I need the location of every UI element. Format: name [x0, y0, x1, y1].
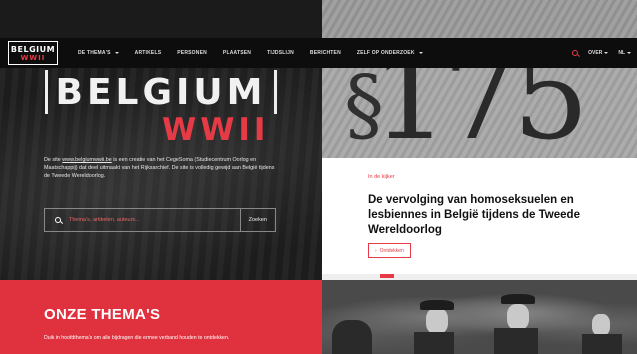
nav-item-artikels[interactable]: ARTIKELS — [127, 50, 170, 56]
hero-title: BELGIUM — [45, 70, 277, 114]
themes-text: Duik in hoofdthema's om alle bijdragen d… — [44, 335, 230, 341]
hero-title-line1: BELGIUM — [55, 71, 267, 113]
feature-panel: In de kijker De vervolging van homoseksu… — [322, 158, 637, 274]
hero-image-top-right — [322, 0, 637, 38]
photo-figure — [332, 320, 372, 354]
hero-intro: De site www.belgiumwwii.be is een creati… — [44, 156, 280, 180]
nav-item-plaatsen[interactable]: PLAATSEN — [215, 50, 259, 56]
feature-image-number: 175 — [372, 68, 589, 158]
site-logo[interactable]: BELGIUM WWII — [8, 41, 58, 65]
logo-line2: WWII — [20, 53, 46, 62]
main-nav: DE THEMA'S ARTIKELS PERSONEN PLAATSEN TI… — [70, 50, 431, 56]
over-menu[interactable]: OVER — [588, 50, 609, 56]
photo-face — [507, 304, 529, 330]
search-button[interactable]: Zoeken — [239, 209, 275, 231]
search-icon[interactable] — [572, 50, 579, 56]
photo-face — [592, 314, 610, 336]
feature-image: § 175 — [322, 68, 637, 158]
discover-button[interactable]: › Ontdekken — [368, 243, 411, 258]
nav-item-themas[interactable]: DE THEMA'S — [70, 50, 127, 56]
slider-indicator[interactable] — [380, 274, 394, 278]
header-tools: OVER NL — [572, 38, 631, 68]
hero-title-line2: WWII — [162, 112, 270, 148]
chevron-down-icon — [604, 52, 609, 54]
nav-item-tijdslijn[interactable]: TIJDSLIJN — [259, 50, 302, 56]
soldiers-photo — [322, 280, 637, 354]
nav-item-berichten[interactable]: BERICHTEN — [302, 50, 349, 56]
photo-face — [426, 308, 448, 334]
nav-item-label: ARTIKELS — [134, 50, 162, 56]
hero-search-box: Zoeken — [44, 208, 276, 232]
chevron-down-icon — [114, 52, 119, 54]
chevron-down-icon — [418, 52, 423, 54]
nav-item-label: PLAATSEN — [222, 50, 252, 56]
language-label: NL — [618, 50, 625, 56]
logo-line1: BELGIUM — [10, 44, 56, 54]
intro-prefix: De site — [44, 157, 61, 163]
discover-label: Ontdekken — [379, 247, 404, 254]
chevron-down-icon — [627, 52, 631, 54]
photo-cap — [420, 300, 454, 310]
nav-item-label: TIJDSLIJN — [267, 50, 294, 56]
page: BELGIUM WWII DE THEMA'S ARTIKELS PERSONE… — [0, 0, 637, 354]
hero-image-top-left — [0, 0, 322, 38]
intro-link[interactable]: www.belgiumwwii.be — [62, 157, 111, 163]
feature-kicker: In de kijker — [368, 174, 395, 180]
themes-title: ONZE THEMA'S — [44, 306, 161, 323]
nav-item-label: BERICHTEN — [309, 50, 341, 56]
photo-figure — [414, 332, 454, 354]
search-icon — [55, 217, 61, 223]
arrow-right-icon: › — [375, 247, 377, 254]
site-header: BELGIUM WWII DE THEMA'S ARTIKELS PERSONE… — [0, 38, 637, 68]
nav-item-personen[interactable]: PERSONEN — [169, 50, 215, 56]
photo-cap — [501, 294, 535, 304]
photo-figure — [582, 334, 622, 354]
over-label: OVER — [588, 50, 603, 56]
themes-section: ONZE THEMA'S Duik in hoofdthema's om all… — [0, 280, 322, 354]
search-input[interactable] — [69, 217, 229, 223]
language-selector[interactable]: NL — [618, 50, 631, 56]
nav-item-label: ZELF OP ONDERZOEK — [356, 50, 415, 56]
photo-figure — [494, 328, 538, 354]
nav-item-label: PERSONEN — [177, 50, 207, 56]
nav-item-label: DE THEMA'S — [78, 50, 111, 56]
nav-item-zelf-op-onderzoek[interactable]: ZELF OP ONDERZOEK — [349, 50, 431, 56]
feature-title[interactable]: De vervolging van homoseksuelen en lesbi… — [368, 193, 588, 238]
